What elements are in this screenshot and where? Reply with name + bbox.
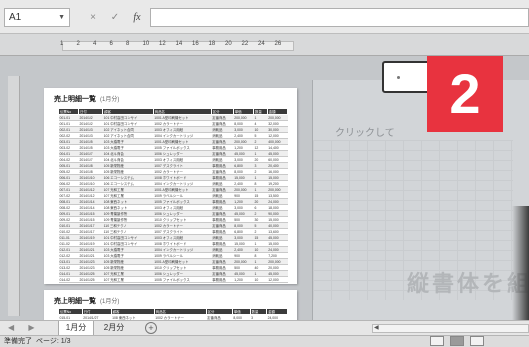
ruler-tick-label: 18: [208, 41, 216, 47]
table-cell[interactable]: 1005 ファイルボックス: [153, 276, 212, 283]
ruler-tick-label: 12: [159, 41, 166, 47]
table-cell[interactable]: 107 光和工業: [102, 276, 154, 283]
tab-sheet-2[interactable]: 2月分: [96, 321, 132, 336]
print-page-2[interactable]: 売上明細一覧 (1月分) 伝票No 日付 顧客 商品名 区分 単価 数量 金額 015-01 20…: [44, 290, 297, 320]
table-cell[interactable]: 事務用品: [211, 276, 234, 283]
name-box[interactable]: A1 ▼: [4, 8, 70, 27]
name-box-value: A1: [9, 12, 22, 23]
table-cell[interactable]: 1,200: [233, 276, 254, 283]
ruler-tick-label: 1: [60, 41, 64, 47]
cursor-dot: [397, 76, 400, 79]
step-number-badge: 2: [427, 56, 503, 132]
tab-sheet-1[interactable]: 1月分: [58, 321, 94, 336]
status-ready: 準備完了: [4, 338, 32, 345]
page-break-view-button[interactable]: [470, 336, 484, 346]
ruler-tick-label: 4: [93, 41, 97, 47]
page-title: 売上明細一覧 (1月分): [54, 94, 119, 104]
normal-view-button[interactable]: [430, 336, 444, 346]
tab-label: 1月分: [65, 323, 87, 332]
horizontal-scrollbar[interactable]: ◀: [372, 324, 529, 333]
chevron-down-icon[interactable]: ▼: [58, 9, 65, 26]
sheet-nav-arrows[interactable]: ◀ ▶: [8, 323, 41, 332]
ruler-tick-label: 6: [109, 41, 113, 47]
page-layout-workspace[interactable]: 売上明細一覧 (1月分) 伝票No 日付 顧客 商品名 区分 単価 数量 金額 001-01 20…: [0, 56, 529, 320]
vertical-ruler: [8, 76, 20, 316]
formula-buttons: × ✓ fx: [82, 8, 148, 27]
sales-table[interactable]: 伝票No 日付 顧客 商品名 区分 単価 数量 金額 015-01 2014/1/27 108 東…: [58, 308, 288, 320]
insert-function-button[interactable]: fx: [126, 8, 148, 27]
ruler-tick-label: 22: [241, 41, 249, 47]
ruler-tick-label: 24: [258, 41, 265, 47]
click-to-add-hint[interactable]: クリックして: [335, 124, 395, 139]
horizontal-ruler: 1 2 4 6 8 10 12 14 16 18 20 22 24 26: [0, 34, 529, 56]
table-cell[interactable]: 12,000: [267, 276, 288, 283]
page-title-text: 売上明細一覧: [54, 96, 96, 103]
page-title-text: 売上明細一覧: [54, 298, 96, 305]
edge-shadow: [512, 206, 529, 320]
add-sheet-button[interactable]: +: [145, 322, 157, 334]
scroll-left-icon[interactable]: ◀: [374, 324, 379, 331]
overlay-text: 縦書体を組み: [407, 271, 529, 296]
status-bar: 準備完了 ページ: 1/3: [0, 335, 529, 347]
tab-label: 2月分: [103, 323, 125, 332]
formula-input[interactable]: [150, 8, 529, 27]
table-cell[interactable]: 10: [253, 276, 268, 283]
table-row[interactable]: 014-02 2014/1/25 107 光和工業 1005 ファイルボックス 事務用品…: [58, 276, 288, 283]
ruler-tick-label: 10: [142, 41, 150, 47]
ruler-tick-label: 8: [126, 41, 130, 47]
ruler-tick-label: 20: [225, 41, 232, 47]
ruler-tick-label: 14: [175, 41, 183, 47]
ruler-tick-label: 16: [192, 41, 199, 47]
page-layout-view-button[interactable]: [450, 336, 464, 346]
formula-bar: A1 ▼ × ✓ fx: [0, 0, 529, 34]
table-cell[interactable]: 2014/1/25: [78, 276, 103, 283]
sales-table[interactable]: 伝票No 日付 顧客 商品名 区分 単価 数量 金額 001-01 2014/1/2 101 中村…: [58, 108, 289, 283]
enter-icon[interactable]: ✓: [104, 8, 126, 27]
view-buttons: [430, 336, 484, 346]
page-subtitle: (1月分): [100, 97, 120, 103]
table-cell[interactable]: 014-02: [58, 276, 79, 283]
ruler-tick-label: 2: [76, 41, 80, 47]
page-title: 売上明細一覧 (1月分): [54, 296, 119, 306]
status-page-info: ページ: 1/3: [36, 338, 71, 345]
page-subtitle: (1月分): [100, 299, 120, 305]
sheet-tab-bar: ◀ ▶ 1月分 2月分 + ◀: [0, 320, 529, 336]
ruler-tick-label: 26: [274, 41, 282, 47]
cancel-icon[interactable]: ×: [82, 8, 104, 27]
print-page-1[interactable]: 売上明細一覧 (1月分) 伝票No 日付 顧客 商品名 区分 単価 数量 金額 001-01 20…: [44, 88, 297, 284]
